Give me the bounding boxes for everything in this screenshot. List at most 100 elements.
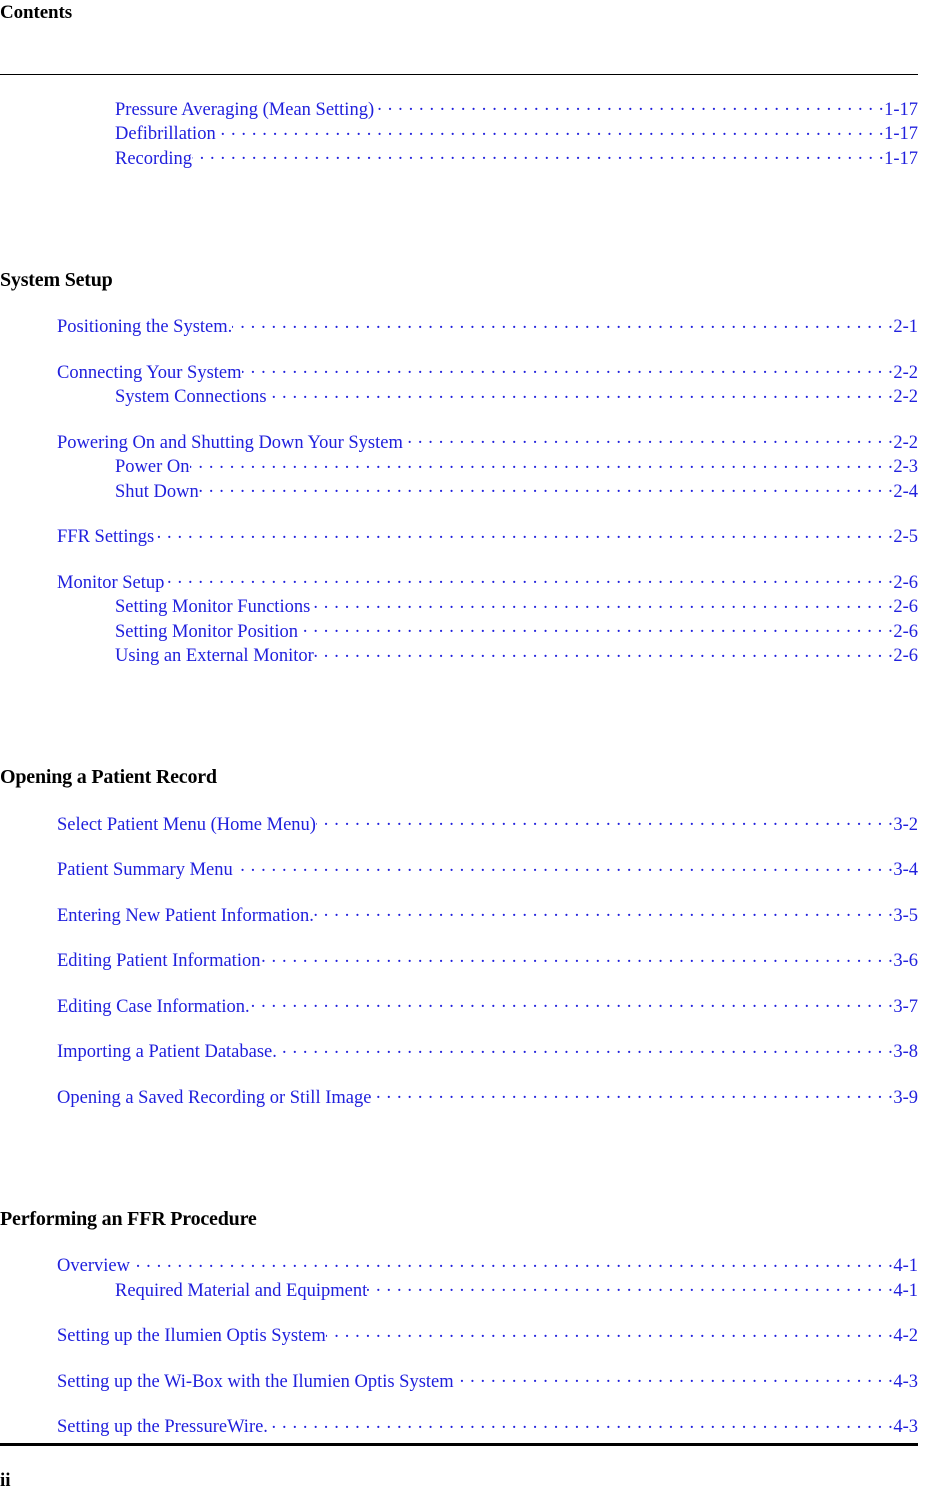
- toc-entry-label: Power On: [115, 457, 190, 477]
- toc-entry-page-number: 3-6: [893, 951, 918, 971]
- toc-entry-label: Overview: [57, 1256, 130, 1276]
- toc-entry[interactable]: Recording 1-17: [0, 145, 918, 170]
- toc-entry-page-number: 2-6: [893, 597, 918, 617]
- toc-entry[interactable]: Overview 4-1: [0, 1253, 918, 1278]
- toc-entry-page-number: 3-2: [893, 814, 918, 835]
- toc-entry-label: Setting Monitor Functions: [115, 597, 311, 617]
- toc-heading-spacer: [0, 292, 918, 314]
- toc-heading-spacer: [0, 789, 918, 811]
- footer-divider-rule: [0, 1443, 918, 1446]
- toc-entry[interactable]: Select Patient Menu (Home Menu) 3-2: [0, 811, 918, 836]
- toc-group: Opening a Patient Record Select Patient M…: [0, 667, 918, 1109]
- toc-entry[interactable]: Pressure Averaging (Mean Setting) 1-17: [0, 96, 918, 121]
- toc-entry[interactable]: Defibrillation 1-17: [0, 121, 918, 146]
- toc-entry-page-number: 2-2: [893, 362, 918, 383]
- toc-dot-leader: [130, 1253, 893, 1272]
- toc-entry-label: Defibrillation: [115, 124, 216, 144]
- toc-dot-leader: [314, 643, 893, 662]
- toc-entry[interactable]: System Connections 2-2: [0, 384, 918, 409]
- toc-entry-label: Required Material and Equipment: [115, 1280, 368, 1301]
- toc-dot-leader: [403, 429, 893, 448]
- toc-entry-spacer: [0, 881, 918, 902]
- toc-entry[interactable]: FFR Settings 2-5: [0, 524, 918, 549]
- toc-group-spacer: [0, 667, 918, 765]
- toc-entry-label: Select Patient Menu (Home Menu): [57, 814, 316, 835]
- toc-entry-page-number: 3-8: [893, 1042, 918, 1062]
- toc-entry[interactable]: Shut Down 2-4: [0, 478, 918, 503]
- toc-dot-leader: [374, 96, 884, 115]
- toc-entry[interactable]: Positioning the System. 2-1: [0, 314, 918, 339]
- toc-dot-leader: [367, 1277, 893, 1296]
- table-of-contents: Pressure Averaging (Mean Setting)1-17Def…: [0, 96, 918, 1438]
- toc-entry-label: Monitor Setup: [57, 572, 165, 593]
- toc-entry-page-number: 3-7: [893, 996, 918, 1017]
- toc-dot-leader: [190, 454, 894, 473]
- toc-section-heading: Opening a Patient Record: [0, 766, 217, 788]
- toc-dot-leader: [260, 948, 893, 967]
- toc-group-spacer: [0, 1109, 918, 1207]
- toc-entry-page-number: 4-3: [893, 1371, 918, 1392]
- toc-entry[interactable]: Entering New Patient Information. 3-5: [0, 902, 918, 927]
- toc-entry[interactable]: Importing a Patient Database. 3-8: [0, 1039, 918, 1064]
- toc-entry-page-number: 3-4: [893, 860, 918, 880]
- toc-entry-label: Setting up the Wi-Box with the Ilumien O…: [57, 1371, 454, 1392]
- toc-entry[interactable]: Setting Monitor Functions 2-6: [0, 594, 918, 619]
- toc-dot-leader: [154, 524, 893, 543]
- toc-entry[interactable]: Connecting Your System 2-2: [0, 359, 918, 384]
- toc-entry[interactable]: Required Material and Equipment 4-1: [0, 1277, 918, 1302]
- toc-dot-leader: [164, 569, 893, 588]
- toc-dot-leader: [267, 384, 894, 403]
- toc-entry-label: Powering On and Shutting Down Your Syste…: [57, 432, 403, 453]
- toc-entry-spacer: [0, 408, 918, 429]
- toc-entry[interactable]: Powering On and Shutting Down Your Syste…: [0, 429, 918, 454]
- toc-entry[interactable]: Patient Summary Menu 3-4: [0, 857, 918, 882]
- toc-entry-label: Importing a Patient Database.: [57, 1042, 277, 1062]
- page-number: ii: [0, 1470, 11, 1491]
- toc-entry-label: Shut Down: [115, 481, 199, 502]
- toc-entry-page-number: 4-3: [893, 1417, 918, 1437]
- toc-entry[interactable]: Power On 2-3: [0, 454, 918, 479]
- toc-entry-page-number: 2-4: [893, 481, 918, 502]
- toc-entry-page-number: 1-17: [884, 124, 918, 144]
- toc-entry-label: Pressure Averaging (Mean Setting): [115, 99, 375, 120]
- toc-entry-label: Positioning the System.: [57, 317, 233, 337]
- toc-group: Performing an FFR ProcedureOverview 4-1R…: [0, 1109, 918, 1439]
- toc-entry-label: Setting up the Ilumien Optis System: [57, 1326, 326, 1346]
- toc-entry-label: Setting Monitor Position: [115, 621, 298, 642]
- toc-entry-page-number: 2-2: [893, 387, 918, 407]
- toc-entry[interactable]: Setting Monitor Position 2-6: [0, 618, 918, 643]
- toc-entry-page-number: 2-6: [893, 572, 918, 593]
- toc-entry-page-number: 1-17: [884, 148, 918, 169]
- toc-entry[interactable]: Editing Patient Information 3-6: [0, 948, 918, 973]
- toc-group: System Setup Positioning the System. 2-1 Co…: [0, 170, 918, 668]
- toc-entry[interactable]: Monitor Setup 2-6: [0, 569, 918, 594]
- toc-dot-leader: [216, 121, 884, 140]
- toc-heading-spacer: [0, 1231, 918, 1253]
- page-footer: ii: [0, 1470, 918, 1492]
- toc-entry-spacer: [0, 1018, 918, 1039]
- toc-entry-spacer: [0, 1347, 918, 1368]
- toc-entry[interactable]: Setting up the Ilumien Optis System 4-2: [0, 1323, 918, 1348]
- toc-entry[interactable]: Using an External Monitor 2-6: [0, 643, 918, 668]
- toc-entry-page-number: 4-2: [893, 1326, 918, 1346]
- toc-dot-leader: [310, 594, 893, 613]
- toc-entry[interactable]: Setting up the Wi-Box with the Ilumien O…: [0, 1368, 918, 1393]
- toc-entry-label: Editing Case Information.: [57, 996, 250, 1017]
- toc-entry[interactable]: Opening a Saved Recording or Still Image…: [0, 1084, 918, 1109]
- toc-entry-label: Patient Summary Menu: [57, 860, 233, 880]
- toc-entry-page-number: 2-5: [893, 527, 918, 547]
- toc-dot-leader: [371, 1084, 893, 1103]
- toc-entry[interactable]: Setting up the PressureWire. 4-3: [0, 1414, 918, 1439]
- toc-entry-spacer: [0, 1063, 918, 1084]
- toc-entry[interactable]: Editing Case Information. 3-7: [0, 993, 918, 1018]
- toc-section-heading: System Setup: [0, 268, 113, 291]
- toc-dot-leader: [233, 857, 894, 876]
- toc-dot-leader: [232, 314, 893, 333]
- document-page: Contents Pressure Averaging (Mean Settin…: [0, 0, 945, 1508]
- toc-entry-page-number: 4-1: [893, 1280, 918, 1301]
- toc-dot-leader: [454, 1368, 894, 1387]
- toc-dot-leader: [268, 1414, 893, 1433]
- running-header: Contents: [0, 2, 918, 24]
- toc-entry-page-number: 2-6: [893, 621, 918, 642]
- header-divider-rule: [0, 74, 918, 75]
